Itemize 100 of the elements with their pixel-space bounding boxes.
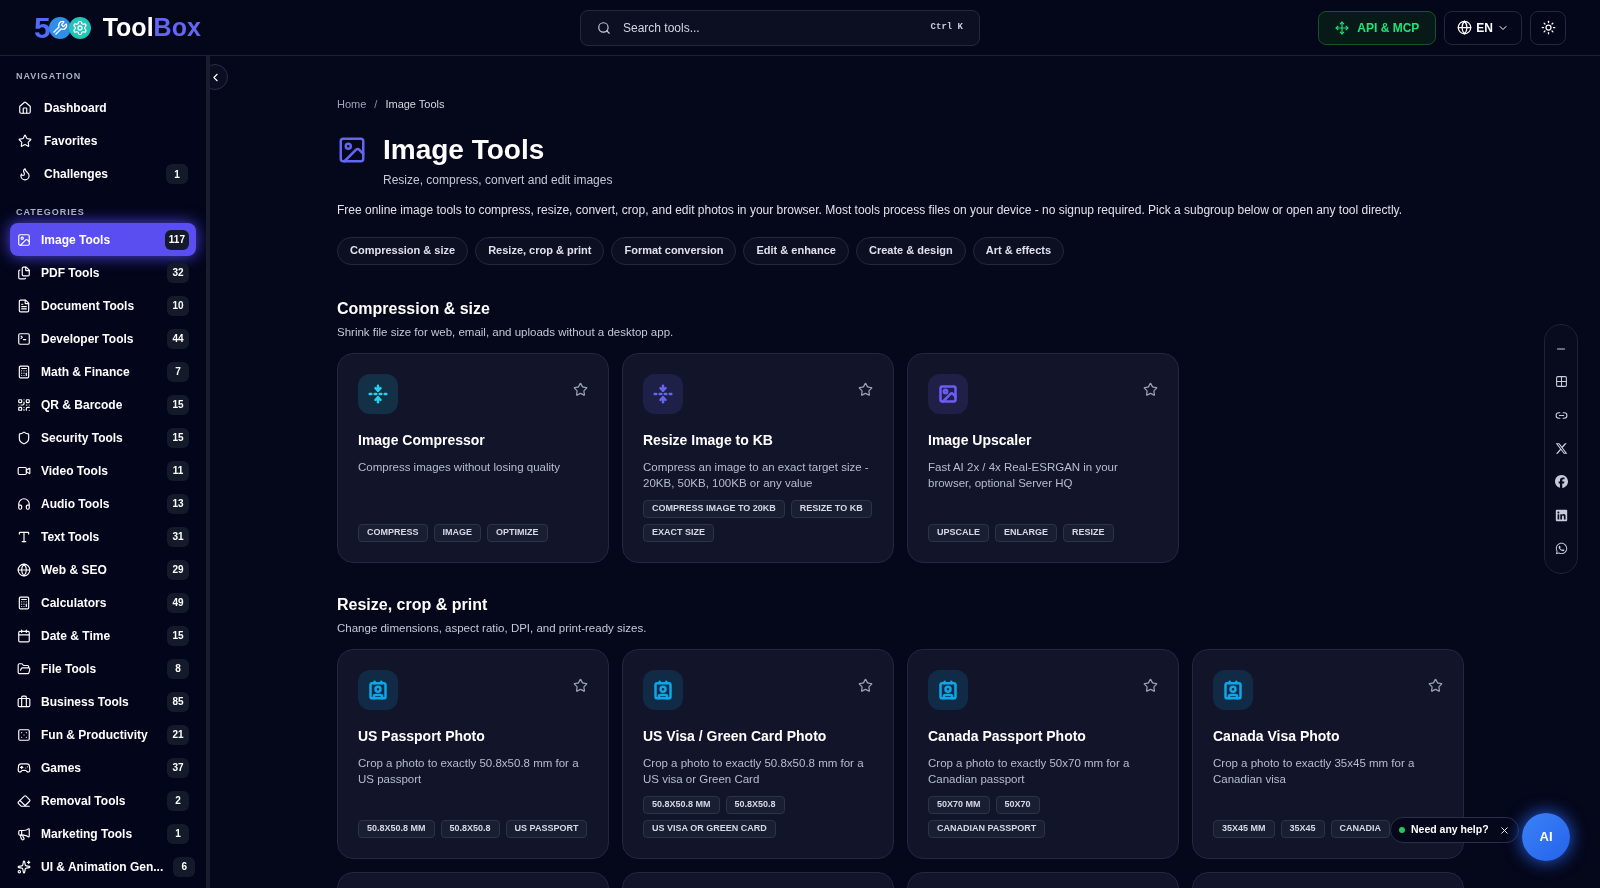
shortcut-hint: Ctrl K [930,20,963,34]
category-item[interactable]: Audio Tools 13 [10,487,196,520]
category-item[interactable]: Fun & Productivity 21 [10,718,196,751]
theme-toggle[interactable] [1530,10,1566,45]
tool-card[interactable]: Image Compressor Compress images without losing quality COMPRESS IMAGE OPTIMIZE [337,352,609,563]
category-item[interactable]: Document Tools 10 [10,289,196,322]
close-icon[interactable] [1498,824,1510,836]
tool-card[interactable]: Canada Passport Photo Crop a photo to exactly 50x70 mm for a Canadian passport 50X70 MM 50X70 CANADIAN PASSPORT [907,649,1179,859]
category-item[interactable]: Web & SEO 29 [10,553,196,586]
category-item[interactable]: Developer Tools 44 [10,322,196,355]
subgroup-pill[interactable]: Create & design [855,236,966,265]
facebook-icon[interactable] [1554,475,1568,489]
tool-card[interactable]: Image Upscaler Fast AI 2x / 4x Real-ESRGAN in your browser, optional Server HQ UPSCALE ENLARGE RESIZE [907,352,1179,563]
tag: US PASSPORT [505,820,588,838]
language-button[interactable]: EN [1444,10,1522,45]
subgroup-pill[interactable]: Edit & enhance [743,236,849,265]
whatsapp-icon[interactable] [1554,541,1568,555]
category-icon [17,595,31,610]
category-icon [17,265,31,280]
category-icon [17,331,31,346]
count-badge: 15 [167,625,189,646]
nav-item[interactable]: Challenges 1 [10,157,196,191]
card-title: Canada Passport Photo [928,727,1087,746]
tag: 50.8X50.8 [440,820,500,838]
ai-button[interactable]: AI [1522,813,1570,861]
section-label: CATEGORIES [15,205,86,219]
help-chip[interactable]: Need any help? [1390,817,1519,843]
category-item[interactable]: Games 37 [10,751,196,784]
nav-item[interactable]: Favorites [10,124,196,158]
favorite-star-icon[interactable] [1428,678,1443,693]
tool-card[interactable]: Resize Image to KB Compress an image to an exact target size - 20KB, 50KB, 100KB or any value COMPRESS IMAGE TO 20KB RESIZE TO KB EXACT SIZE [622,352,894,563]
favorite-star-icon[interactable] [573,678,588,693]
count-badge: 21 [167,724,189,745]
subgroup-pill[interactable]: Format conversion [611,236,737,265]
category-icon [17,298,31,313]
search-input[interactable]: Search tools... [623,18,919,37]
breadcrumb-link[interactable]: Home [337,96,367,113]
favorite-star-icon[interactable] [1143,381,1158,397]
category-item[interactable]: Security Tools 15 [10,421,196,454]
category-item[interactable]: Calculators 49 [10,586,196,619]
favorite-star-icon[interactable] [1143,678,1158,693]
linkedin-icon[interactable] [1554,508,1568,522]
category-item[interactable]: Marketing Tools 1 [10,817,196,850]
tag: 50.8X50.8 MM [358,820,435,838]
api-button[interactable]: API & MCP [1318,10,1437,45]
nav-icon [18,101,32,115]
section-subtitle: Change dimensions, aspect ratio, DPI, and print-ready sizes. [337,620,647,636]
globe-icon [1457,20,1473,35]
search-bar[interactable]: Search tools... Ctrl K [580,9,980,46]
sun-icon [1540,20,1556,35]
category-item[interactable]: PDF Tools 32 [10,256,196,289]
subgroup-pill[interactable]: Compression & size [337,236,469,265]
count-badge: 11 [167,460,189,481]
category-item[interactable]: Video Tools 11 [10,454,196,487]
count-badge: 10 [167,295,189,316]
category-item[interactable]: Date & Time 15 [10,619,196,652]
card-title: US Passport Photo [358,727,486,746]
card-title: Image Upscaler [928,430,1033,450]
tool-card[interactable]: US Visa / Green Card Photo Crop a photo to exactly 50.8x50.8 mm for a US visa or Green Card 50.8X50.8 MM 50.8X50.8 US VISA OR GREEN CARD [622,649,894,859]
favorite-star-icon[interactable] [858,678,873,693]
category-item[interactable]: Removal Tools 2 [10,784,196,817]
count-badge: 8 [167,658,189,679]
count-badge: 1 [166,164,188,184]
nav-item[interactable]: Dashboard [10,91,196,125]
tag: 50X70 [995,796,1040,814]
breadcrumb-separator: / [374,97,378,112]
count-badge: 31 [167,526,189,547]
subgroup-pill[interactable]: Resize, crop & print [475,236,605,265]
x-icon[interactable] [1554,442,1568,455]
card-title: Canada Visa Photo [1213,727,1341,746]
category-item[interactable]: Math & Finance 7 [10,355,196,388]
category-icon [17,826,31,841]
tool-card[interactable]: US Passport Photo Crop a photo to exactly 50.8x50.8 mm for a US passport 50.8X50.8 MM 50.8X50.8 US PASSPORT [337,649,609,859]
subgroup-pill[interactable]: Art & effects [972,236,1065,265]
tag: OPTIMIZE [487,523,548,542]
category-item[interactable]: QR & Barcode 15 [10,388,196,421]
favorite-star-icon[interactable] [858,381,873,397]
category-item[interactable]: UI & Animation Gen... 6 [10,850,196,883]
count-badge: 6 [173,856,196,877]
favorite-star-icon[interactable] [573,381,588,397]
card-description: Compress an image to an exact target size - 20KB, 50KB, 100KB or any value [643,459,870,491]
card-description: Fast AI 2x / 4x Real-ESRGAN in your browser, optional Server HQ [928,459,1119,491]
card-description: Crop a photo to exactly 50x70 mm for a Canadian passport [928,756,1131,787]
category-item[interactable]: Text Tools 31 [10,520,196,553]
section-title: Compression & size [337,298,490,319]
tag: UPSCALE [928,523,989,542]
count-badge: 7 [167,361,189,382]
category-icon [17,727,31,742]
grid-icon[interactable] [1554,375,1568,389]
page-subtitle: Resize, compress, convert and edit images [383,171,613,189]
tag: EXACT SIZE [643,523,714,542]
category-item[interactable]: Business Tools 85 [10,685,196,718]
category-item[interactable]: File Tools 8 [10,652,196,685]
card-title: Image Compressor [358,430,486,450]
tag: ENLARGE [995,523,1058,542]
category-icon [17,496,31,511]
api-icon [1335,20,1350,35]
count-badge: 37 [167,757,189,778]
count-badge: 29 [167,559,189,580]
category-item[interactable]: Image Tools 117 [10,223,196,256]
